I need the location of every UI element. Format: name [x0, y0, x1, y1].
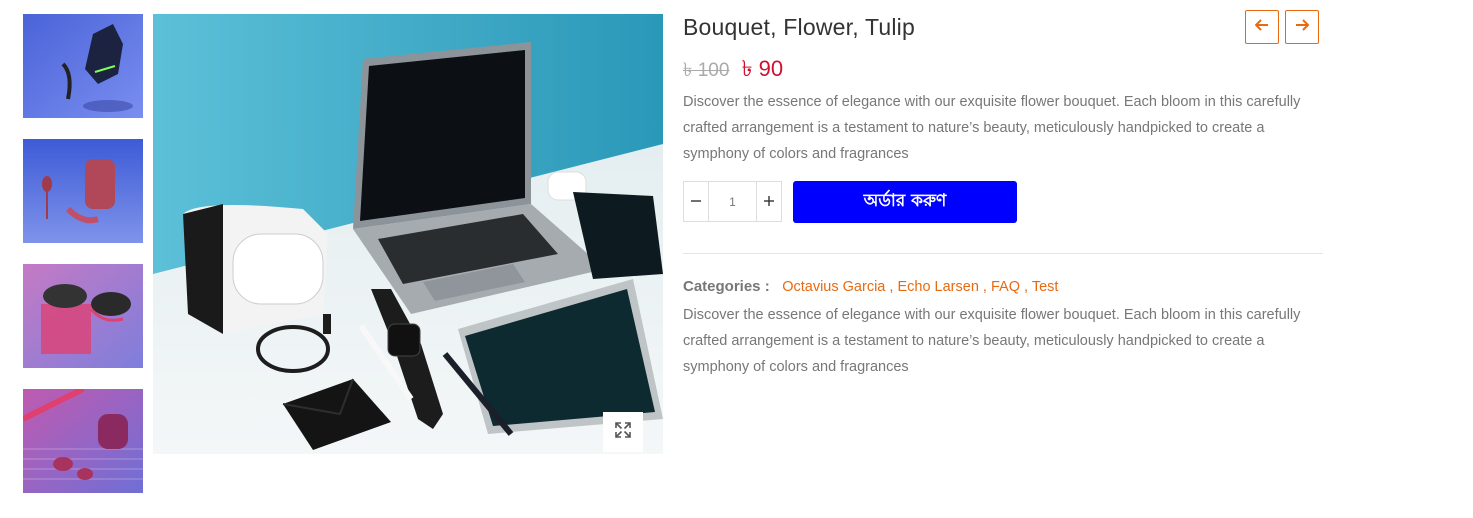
categories-label: Categories :: [683, 278, 770, 295]
old-price: ৳ 100: [683, 60, 730, 81]
thumbnail-list: [23, 14, 143, 514]
category-separator: ,: [978, 279, 991, 295]
divider: [683, 253, 1323, 254]
product-main-image[interactable]: [153, 14, 663, 454]
thumbnail-earbuds-pink[interactable]: [23, 264, 143, 368]
quantity-stepper: [683, 181, 782, 222]
arrow-left-icon: [1254, 18, 1269, 36]
minus-icon: [690, 191, 702, 212]
order-button[interactable]: অর্ডার করুণ: [793, 181, 1017, 223]
product-long-description: Discover the essence of elegance with ou…: [683, 307, 1301, 375]
category-separator: ,: [885, 279, 898, 295]
plus-icon: [763, 191, 775, 212]
category-link[interactable]: Octavius Garcia: [782, 279, 885, 295]
product-short-description: Discover the essence of elegance with ou…: [683, 94, 1301, 162]
categories: Categories : Octavius Garcia , Echo Lars…: [683, 278, 1058, 295]
quantity-input[interactable]: [708, 182, 757, 221]
arrow-right-icon: [1295, 18, 1310, 36]
next-product-button[interactable]: [1285, 10, 1319, 44]
quantity-decrease-button[interactable]: [684, 182, 708, 221]
price-block: ৳ 100 ৳ 90: [683, 52, 783, 89]
category-link[interactable]: Echo Larsen: [897, 279, 978, 295]
thumbnail-earbuds-green[interactable]: [23, 14, 143, 118]
sale-price: ৳ 90: [741, 56, 784, 81]
category-separator: ,: [1020, 279, 1032, 295]
thumbnail-earbuds-purple[interactable]: [23, 389, 143, 493]
product-title: Bouquet, Flower, Tulip: [683, 14, 915, 40]
category-link[interactable]: FAQ: [991, 279, 1020, 295]
thumbnail-earbuds-red[interactable]: [23, 139, 143, 243]
zoom-button[interactable]: [603, 412, 643, 452]
expand-icon: [614, 421, 632, 444]
quantity-increase-button[interactable]: [757, 182, 781, 221]
prev-product-button[interactable]: [1245, 10, 1279, 44]
category-link[interactable]: Test: [1032, 279, 1059, 295]
